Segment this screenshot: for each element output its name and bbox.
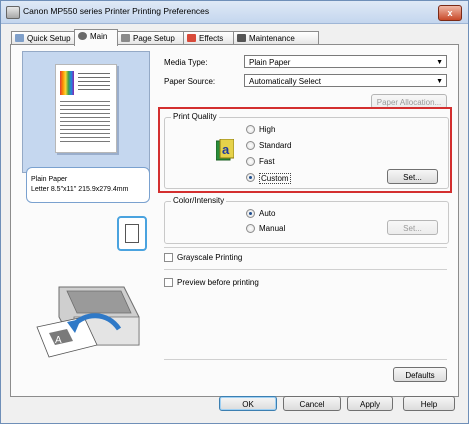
maintenance-icon [237,34,246,42]
orientation-page [125,224,139,243]
apply-button[interactable]: Apply [347,396,393,411]
preview-text-line [78,81,110,82]
print-quality-highlight [158,107,452,193]
preview-before-printing-label: Preview before printing [177,278,259,287]
preview-color-image [60,71,74,95]
effects-icon [187,34,196,42]
tab-label: Page Setup [133,34,175,43]
paper-info-size: Letter 8.5"x11" 215.9x279.4mm [31,186,129,193]
paper-source-label: Paper Source: [164,77,216,86]
chevron-down-icon: ▼ [436,78,443,85]
preview-text-line [60,117,110,118]
preview-paper [55,64,117,153]
preview-text-line [78,89,110,90]
printer-illustration-icon: A [36,286,140,358]
color-manual-label: Manual [259,224,286,233]
preview-text-line [60,109,110,110]
preview-text-line [60,113,110,114]
color-intensity-title: Color/Intensity [171,196,227,205]
cancel-button[interactable]: Cancel [283,396,341,411]
chevron-down-icon: ▼ [436,59,443,66]
preview-text-line [78,73,110,74]
select-value: Plain Paper [249,58,291,67]
paper-info-box: Plain Paper Letter 8.5"x11" 215.9x279.4m… [26,167,150,203]
preview-before-printing-checkbox[interactable] [164,278,173,287]
preview-text-line [60,133,110,134]
media-type-label: Media Type: [164,58,208,67]
separator [164,359,447,360]
tab-label: Main [90,32,108,41]
ok-button[interactable]: OK [219,396,277,411]
title-bar[interactable]: Canon MP550 series Printer Printing Pref… [1,1,468,24]
defaults-button[interactable]: Defaults [393,367,447,382]
preview-text-line [60,125,110,126]
separator [164,269,447,270]
color-auto-label: Auto [259,209,276,218]
tab-effects[interactable]: Effects [183,31,235,45]
window-title: Canon MP550 series Printer Printing Pref… [23,6,210,16]
page-setup-icon [121,34,130,42]
help-button[interactable]: Help [403,396,455,411]
preview-text-line [60,121,110,122]
preview-text-line [78,77,110,78]
printer-app-icon [6,6,20,19]
preview-text-line [60,141,110,142]
tab-main[interactable]: Main [74,29,118,46]
tab-page-setup[interactable]: Page Setup [117,31,185,45]
grayscale-checkbox[interactable] [164,253,173,262]
preview-text-line [60,105,110,106]
svg-text:A: A [55,335,62,346]
tab-label: Maintenance [249,34,295,43]
print-preview [22,51,150,173]
media-type-select[interactable]: Plain Paper ▼ [244,55,447,68]
close-button[interactable]: x [438,5,462,21]
preview-text-line [78,85,110,86]
main-icon [78,32,87,40]
paper-info-media: Plain Paper [31,176,68,183]
separator [164,247,447,248]
preview-text-line [60,137,110,138]
select-value: Automatically Select [249,77,322,86]
tab-label: Effects [199,34,224,43]
color-auto-radio[interactable] [246,209,255,218]
printing-preferences-window: Canon MP550 series Printer Printing Pref… [0,0,469,424]
grayscale-label: Grayscale Printing [177,253,243,262]
color-set-button[interactable]: Set... [387,220,438,235]
tab-label: Quick Setup [27,34,71,43]
color-manual-radio[interactable] [246,224,255,233]
preview-text-line [60,129,110,130]
paper-source-select[interactable]: Automatically Select ▼ [244,74,447,87]
quick-setup-icon [15,34,24,42]
orientation-icon [117,216,147,251]
tab-quick-setup[interactable]: Quick Setup [11,31,77,45]
tab-maintenance[interactable]: Maintenance [233,31,319,45]
preview-text-line [60,101,110,102]
